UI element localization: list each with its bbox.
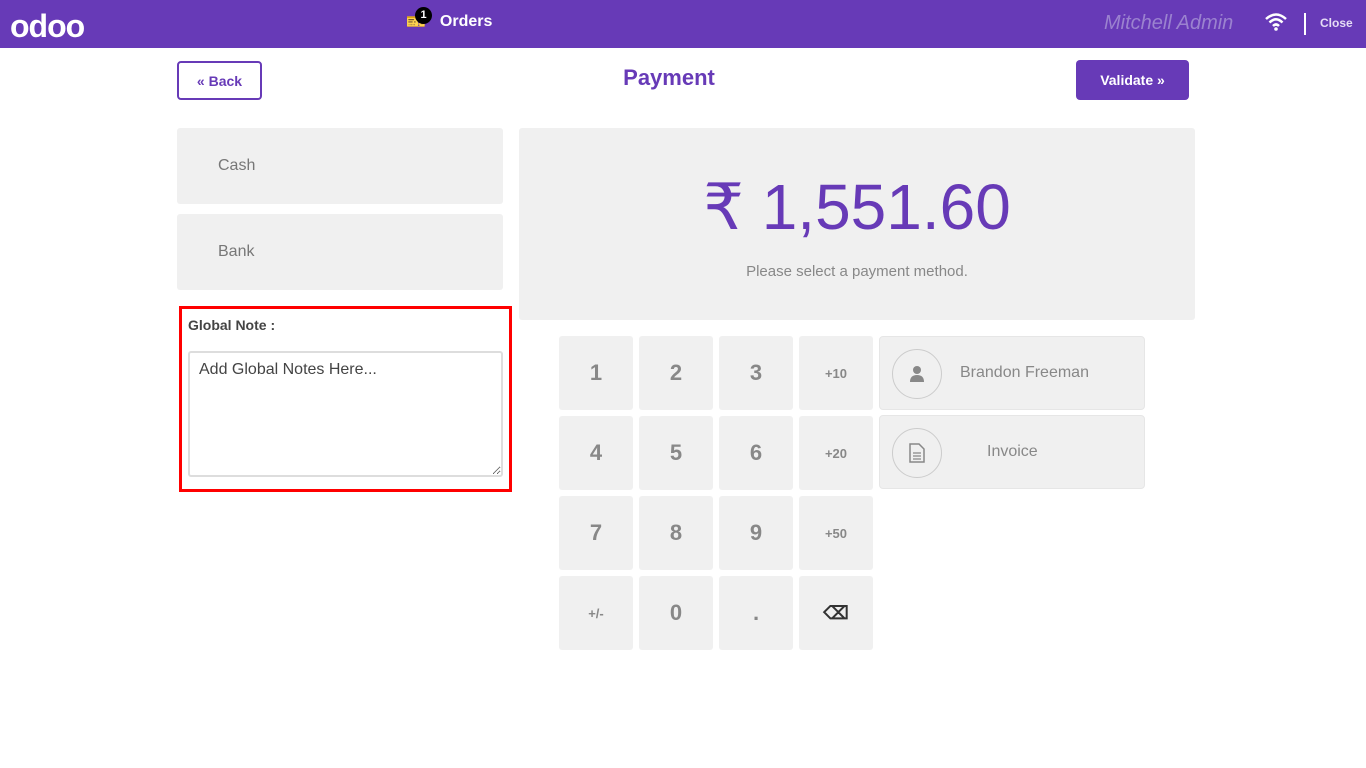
close-button[interactable]: Close [1320,16,1353,30]
numpad-key[interactable]: 4 [559,416,633,490]
numpad-key[interactable]: +/- [559,576,633,650]
document-icon [892,428,942,478]
orders-label: Orders [439,13,493,30]
customer-name: Brandon Freeman [960,364,1089,381]
divider [1304,13,1306,35]
numpad-key[interactable]: 6 [719,416,793,490]
numpad-key[interactable]: 2 [639,336,713,410]
global-note-section: Global Note : [179,306,512,492]
top-bar: odoo 🎫 1 Orders Mitchell Admin Close [0,0,1366,48]
payment-summary: ₹ 1,551.60 Please select a payment metho… [519,128,1195,320]
payment-method-cash[interactable]: Cash [177,128,503,204]
payment-method-bank[interactable]: Bank [177,214,503,290]
invoice-button[interactable]: Invoice [879,415,1145,489]
ticket-icon: 🎫 1 [406,7,432,32]
total-amount: ₹ 1,551.60 [703,171,1011,243]
user-icon [892,349,942,399]
numpad-key[interactable]: 5 [639,416,713,490]
numpad-key[interactable]: 0 [639,576,713,650]
numpad-key[interactable]: 3 [719,336,793,410]
numpad-key[interactable]: 8 [639,496,713,570]
backspace-key[interactable]: ⌫ [799,576,873,650]
customer-button[interactable]: Brandon Freeman [879,336,1145,410]
wifi-icon [1264,12,1288,37]
numpad-key[interactable]: . [719,576,793,650]
back-button[interactable]: « Back [177,61,262,100]
orders-count-badge: 1 [415,7,432,24]
numpad-key[interactable]: 1 [559,336,633,410]
payment-message: Please select a payment method. [746,263,968,280]
global-note-label: Global Note : [188,317,276,333]
page-title: Payment [623,65,715,90]
validate-button[interactable]: Validate » [1076,60,1189,100]
numpad-key[interactable]: +20 [799,416,873,490]
numpad-key[interactable]: 9 [719,496,793,570]
numpad-key[interactable]: +50 [799,496,873,570]
invoice-label: Invoice [987,443,1038,460]
odoo-logo: odoo [10,8,85,44]
numpad-key[interactable]: +10 [799,336,873,410]
global-note-input[interactable] [188,351,503,477]
user-name: Mitchell Admin [1104,12,1234,34]
orders-button[interactable]: 🎫 1 Orders [406,7,493,32]
numpad-key[interactable]: 7 [559,496,633,570]
